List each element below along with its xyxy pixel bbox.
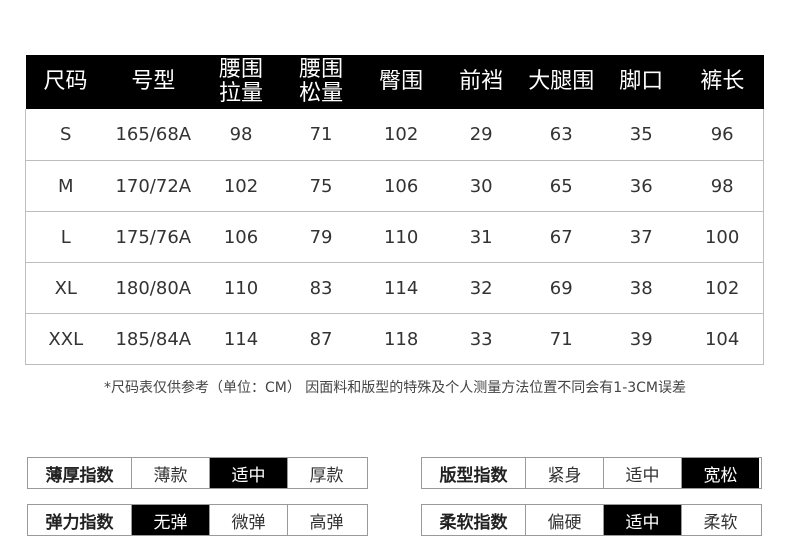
table-cell: L bbox=[24, 211, 106, 263]
table-cell: 98 bbox=[201, 109, 282, 161]
table-row: XL 180/80A 110 83 114 32 69 38 102 bbox=[24, 262, 765, 314]
table-cell: 71 bbox=[281, 109, 362, 161]
table-cell: 110 bbox=[201, 262, 282, 314]
table-cell: 29 bbox=[441, 109, 522, 161]
table-cell: 170/72A bbox=[105, 160, 201, 212]
table-cell: 165/68A bbox=[105, 109, 201, 161]
attribute-option: 高弹 bbox=[287, 505, 365, 535]
table-cell: 31 bbox=[441, 211, 522, 263]
table-cell: 114 bbox=[361, 262, 442, 314]
table-cell: 185/84A bbox=[105, 313, 201, 365]
table-cell: 98 bbox=[681, 160, 765, 212]
table-cell: 36 bbox=[601, 160, 682, 212]
table-cell: 114 bbox=[201, 313, 282, 365]
table-cell: 118 bbox=[361, 313, 442, 365]
table-cell: 32 bbox=[441, 262, 522, 314]
attribute-label: 薄厚指数 bbox=[45, 465, 114, 486]
table-cell: XXL bbox=[24, 313, 106, 365]
fit-index-row: 版型指数 紧身 适中 宽松 bbox=[421, 457, 762, 489]
header-front-rise: 前裆 bbox=[441, 55, 522, 109]
table-cell: 37 bbox=[601, 211, 682, 263]
table-row: L 175/76A 106 79 110 31 67 37 100 bbox=[24, 211, 765, 263]
header-leg-opening: 脚口 bbox=[601, 55, 682, 109]
attribute-option: 宽松 bbox=[681, 458, 759, 488]
attribute-option: 偏硬 bbox=[525, 505, 603, 535]
table-cell: 83 bbox=[281, 262, 362, 314]
size-chart-table: 尺码 号型 腰围 拉量 腰围 松量 臀围 前裆 大腿围 脚口 裤长 S 165/68… bbox=[24, 55, 765, 365]
table-cell: 63 bbox=[521, 109, 602, 161]
attribute-option: 适中 bbox=[209, 458, 287, 488]
header-waist-stretch: 腰围 拉量 bbox=[201, 55, 282, 109]
table-cell: 106 bbox=[361, 160, 442, 212]
table-cell: 33 bbox=[441, 313, 522, 365]
attribute-option: 厚款 bbox=[287, 458, 365, 488]
table-cell: 110 bbox=[361, 211, 442, 263]
attribute-label: 版型指数 bbox=[439, 465, 508, 486]
header-waist-relaxed: 腰围 松量 bbox=[281, 55, 362, 109]
table-cell: 67 bbox=[521, 211, 602, 263]
header-size: 尺码 bbox=[25, 55, 106, 109]
table-row: XXL 185/84A 114 87 118 33 71 39 104 bbox=[24, 313, 765, 365]
header-length: 裤长 bbox=[681, 55, 764, 109]
table-cell: M bbox=[24, 160, 106, 212]
attribute-option: 紧身 bbox=[525, 458, 603, 488]
attribute-option: 微弹 bbox=[209, 505, 287, 535]
table-cell: 102 bbox=[201, 160, 282, 212]
table-cell: 96 bbox=[681, 109, 765, 161]
table-cell: 38 bbox=[601, 262, 682, 314]
table-cell: 69 bbox=[521, 262, 602, 314]
attribute-option: 适中 bbox=[603, 458, 681, 488]
attribute-option: 无弹 bbox=[131, 505, 209, 535]
header-thigh: 大腿围 bbox=[521, 55, 602, 109]
table-cell: 180/80A bbox=[105, 262, 201, 314]
table-cell: 100 bbox=[681, 211, 765, 263]
table-cell: 102 bbox=[681, 262, 765, 314]
attribute-label: 柔软指数 bbox=[439, 512, 508, 533]
table-cell: 35 bbox=[601, 109, 682, 161]
attribute-option: 适中 bbox=[603, 505, 681, 535]
table-row: M 170/72A 102 75 106 30 65 36 98 bbox=[24, 160, 765, 212]
table-cell: 175/76A bbox=[105, 211, 201, 263]
header-hip: 臀围 bbox=[361, 55, 442, 109]
table-cell: S bbox=[24, 109, 106, 161]
header-model: 号型 bbox=[105, 55, 201, 109]
table-cell: 106 bbox=[201, 211, 282, 263]
table-cell: 102 bbox=[361, 109, 442, 161]
table-cell: 79 bbox=[281, 211, 362, 263]
attribute-label: 弹力指数 bbox=[45, 512, 114, 533]
size-disclaimer-note: *尺码表仅供参考（单位：CM） 因面料和版型的特殊及个人测量方法位置不同会有1-… bbox=[103, 380, 687, 396]
table-cell: 39 bbox=[601, 313, 682, 365]
attribute-option: 柔软 bbox=[681, 505, 759, 535]
table-cell: 30 bbox=[441, 160, 522, 212]
softness-index-row: 柔软指数 偏硬 适中 柔软 bbox=[421, 504, 762, 536]
elasticity-index-row: 弹力指数 无弹 微弹 高弹 bbox=[27, 504, 368, 536]
table-cell: XL bbox=[24, 262, 106, 314]
size-chart-header-row: 尺码 号型 腰围 拉量 腰围 松量 臀围 前裆 大腿围 脚口 裤长 bbox=[25, 55, 764, 109]
table-row: S 165/68A 98 71 102 29 63 35 96 bbox=[24, 109, 765, 161]
table-cell: 87 bbox=[281, 313, 362, 365]
table-cell: 104 bbox=[681, 313, 765, 365]
thickness-index-row: 薄厚指数 薄款 适中 厚款 bbox=[27, 457, 368, 489]
table-cell: 75 bbox=[281, 160, 362, 212]
table-cell: 65 bbox=[521, 160, 602, 212]
attribute-option: 薄款 bbox=[131, 458, 209, 488]
table-cell: 71 bbox=[521, 313, 602, 365]
